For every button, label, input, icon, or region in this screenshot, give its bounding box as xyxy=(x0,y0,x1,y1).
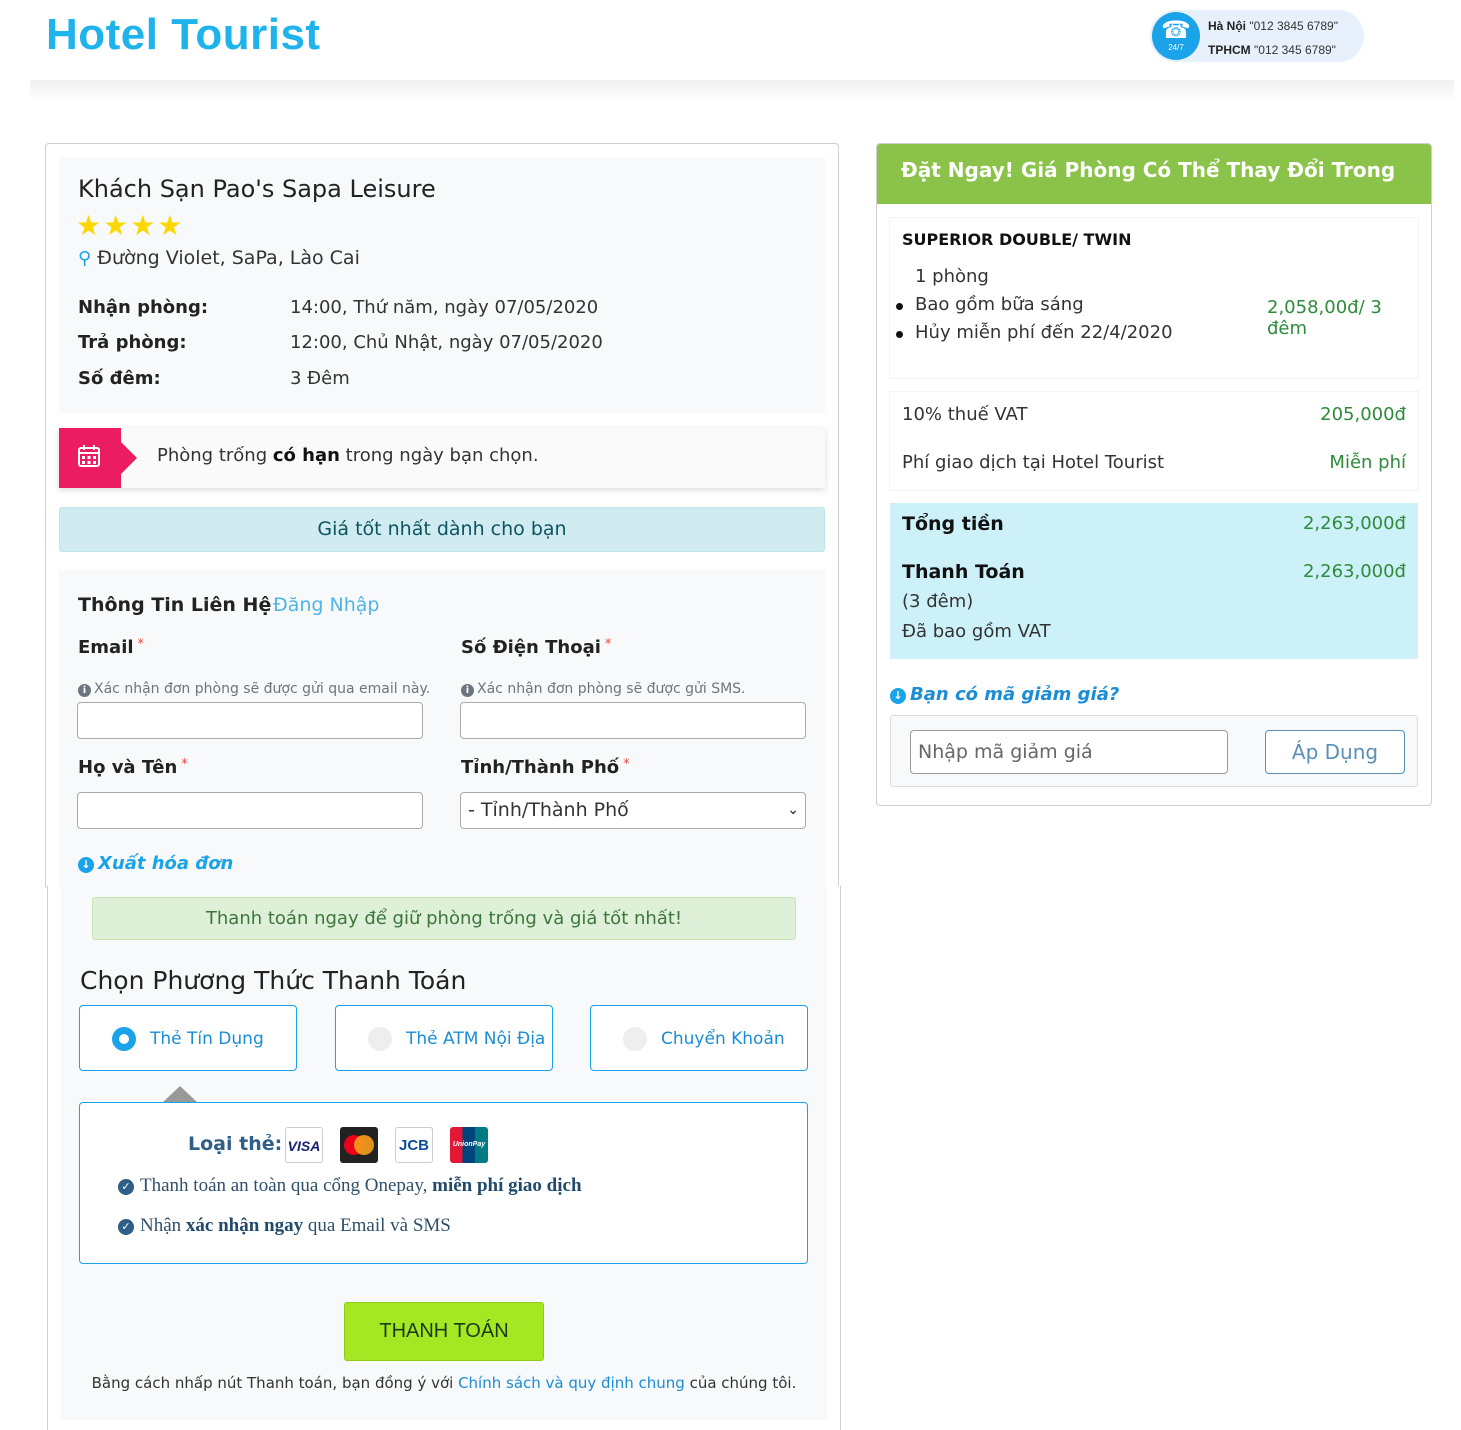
checkout-value: 12:00, Chủ Nhật, ngày 07/05/2020 xyxy=(290,332,603,353)
fullname-label: Họ và Tên * xyxy=(78,757,188,778)
radio-unselected[interactable] xyxy=(368,1027,392,1051)
payment-value: 2,263,000đ xyxy=(1302,561,1406,582)
fees: 10% thuế VAT 205,000đ Phí giao dịch tại … xyxy=(890,392,1418,490)
info-icon: i xyxy=(461,684,474,697)
vat-value: 205,000đ xyxy=(1320,404,1406,425)
transaction-fee-label: Phí giao dịch tại Hotel Tourist xyxy=(902,452,1165,473)
pay-now-banner: Thanh toán ngay để giữ phòng trống và gi… xyxy=(92,897,796,940)
info-icon: i xyxy=(78,684,91,697)
arrow-circle-down-icon: ↓ xyxy=(890,688,906,704)
summary-header: Đặt Ngay! Giá Phòng Có Thể Thay Đổi Tron… xyxy=(877,144,1431,234)
room-details: SUPERIOR DOUBLE/ TWIN 1 phòng Bao gồm bữ… xyxy=(890,218,1418,378)
invoice-toggle[interactable]: ↓ Xuất hóa đơn xyxy=(78,853,233,874)
contact-form: Thông Tin Liên Hệ Đăng Nhập Email * i Xác … xyxy=(59,570,825,888)
hotline-hcm[interactable]: TPHCM "012 345 6789" xyxy=(1208,38,1338,62)
card-type-label: Loại thẻ: xyxy=(188,1133,283,1155)
email-label: Email * xyxy=(78,637,145,658)
credit-card-details: Loại thẻ: VISA JCB UnionPay ✓ Thanh toán … xyxy=(79,1102,808,1264)
best-price-banner: Giá tốt nhất dành cho bạn xyxy=(59,507,825,552)
coupon-toggle[interactable]: ↓ Bạn có mã giảm giá? xyxy=(890,684,1119,705)
payment-method-title: Chọn Phương Thức Thanh Toán xyxy=(80,966,467,995)
unionpay-logo: UnionPay xyxy=(450,1127,488,1163)
room-type: SUPERIOR DOUBLE/ TWIN xyxy=(902,230,1132,249)
nights-label: Số đêm: xyxy=(78,368,161,389)
city-label: Tỉnh/Thành Phố * xyxy=(461,757,630,778)
notice-flag xyxy=(59,428,137,488)
hotline-box: ☎ 24/7 Hà Nội "012 3845 6789" TPHCM "012… xyxy=(1150,10,1364,62)
visa-logo: VISA xyxy=(285,1127,323,1163)
apply-coupon-button[interactable]: Áp Dụng xyxy=(1265,730,1405,774)
payment-label: Thanh Toán xyxy=(902,561,1025,583)
terms-text: Bằng cách nhấp nút Thanh toán, bạn đồng … xyxy=(91,1374,797,1392)
payment-nights: (3 đêm) xyxy=(902,591,974,612)
availability-notice: Phòng trống có hạn trong ngày bạn chọn. xyxy=(59,428,825,488)
bullet xyxy=(896,331,903,338)
breakfast-included: Bao gồm bữa sáng xyxy=(915,294,1084,315)
contact-title: Thông Tin Liên Hệ xyxy=(78,594,272,616)
checkin-value: 14:00, Thứ năm, ngày 07/05/2020 xyxy=(290,297,599,318)
star-rating: ★★★★ xyxy=(76,209,185,242)
checkin-label: Nhận phòng: xyxy=(78,297,209,318)
email-field[interactable] xyxy=(77,702,423,739)
jcb-logo: JCB xyxy=(395,1127,433,1163)
hotel-info: Khách Sạn Pao's Sapa Leisure ★★★★ ⚲ Đườn… xyxy=(59,157,825,413)
phone-icon: ☎ 24/7 xyxy=(1152,12,1200,60)
chevron-down-icon: ⌄ xyxy=(787,802,799,818)
transaction-fee-value: Miễn phí xyxy=(1329,452,1406,473)
payment-option-transfer[interactable]: Chuyển Khoản xyxy=(590,1005,808,1071)
terms-link[interactable]: Chính sách và quy định chung xyxy=(458,1374,685,1392)
total-value: 2,263,000đ xyxy=(1302,513,1406,534)
checkout-label: Trả phòng: xyxy=(78,332,187,353)
phone-field[interactable] xyxy=(460,702,806,739)
radio-selected[interactable] xyxy=(112,1027,136,1051)
header-shadow xyxy=(30,80,1454,102)
fullname-field[interactable] xyxy=(77,792,423,829)
notice-text: Phòng trống có hạn trong ngày bạn chọn. xyxy=(157,445,539,466)
hotel-address: ⚲ Đường Violet, SaPa, Lào Cai xyxy=(78,247,360,269)
login-link[interactable]: Đăng Nhập xyxy=(273,594,379,616)
email-hint: i Xác nhận đơn phòng sẽ được gửi qua emai… xyxy=(78,681,430,697)
nights-value: 3 Đêm xyxy=(290,368,350,389)
free-cancel: Hủy miễn phí đến 22/4/2020 xyxy=(915,322,1173,343)
room-count: 1 phòng xyxy=(915,266,989,287)
mastercard-logo xyxy=(340,1127,378,1163)
pointer-arrow xyxy=(162,1086,198,1103)
phone-label: Số Điện Thoại * xyxy=(461,637,612,658)
arrow-circle-down-icon: ↓ xyxy=(78,857,94,873)
site-header: Hotel Tourist ☎ 24/7 Hà Nội "012 3845 67… xyxy=(30,0,1454,80)
brand-logo[interactable]: Hotel Tourist xyxy=(46,10,321,60)
check-circle-icon: ✓ xyxy=(118,1219,134,1235)
total-label: Tổng tiền xyxy=(902,513,1004,535)
map-pin-icon: ⚲ xyxy=(78,248,92,269)
secure-payment-note: ✓ Thanh toán an toàn qua cổng Onepay, miễ… xyxy=(118,1175,582,1197)
hotel-name: Khách Sạn Pao's Sapa Leisure xyxy=(78,175,436,203)
confirmation-note: ✓ Nhận xác nhận ngay qua Email và SMS xyxy=(118,1215,451,1237)
coupon-input[interactable]: Nhập mã giảm giá xyxy=(910,730,1228,774)
radio-unselected[interactable] xyxy=(623,1027,647,1051)
check-circle-icon: ✓ xyxy=(118,1179,134,1195)
payment-option-credit-card[interactable]: Thẻ Tín Dụng xyxy=(79,1005,297,1071)
calendar-icon xyxy=(78,445,100,467)
pay-button[interactable]: THANH TOÁN xyxy=(344,1302,544,1361)
coupon-form: Nhập mã giảm giá Áp Dụng xyxy=(890,715,1418,787)
city-select[interactable]: - Tỉnh/Thành Phố ⌄ xyxy=(460,792,806,829)
room-price: 2,058,00đ/ 3 đêm xyxy=(1267,297,1382,339)
bullet xyxy=(896,303,903,310)
payment-option-atm[interactable]: Thẻ ATM Nội Địa xyxy=(335,1005,553,1071)
phone-hint: i Xác nhận đơn phòng sẽ được gửi SMS. xyxy=(461,681,746,697)
totals: Tổng tiền 2,263,000đ Thanh Toán 2,263,00… xyxy=(890,503,1418,659)
vat-label: 10% thuế VAT xyxy=(902,404,1028,425)
vat-included-note: Đã bao gồm VAT xyxy=(902,621,1051,642)
hotline-hanoi[interactable]: Hà Nội "012 3845 6789" xyxy=(1208,14,1338,38)
